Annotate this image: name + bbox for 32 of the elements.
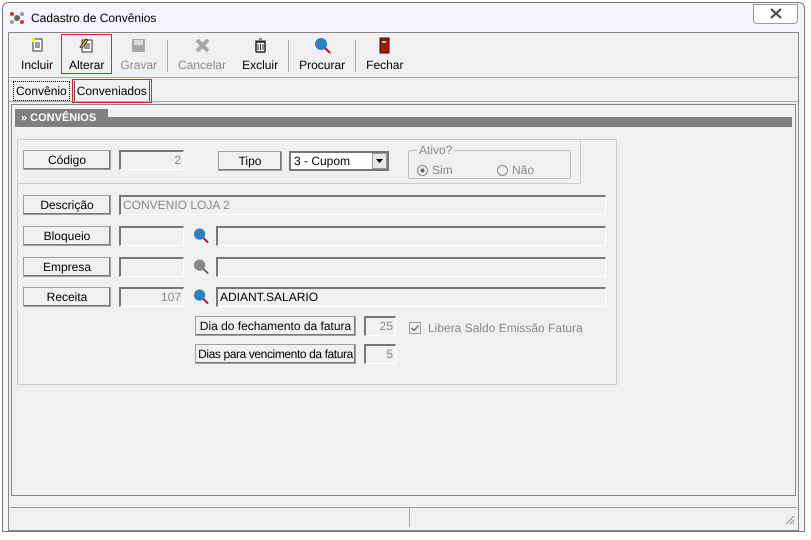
- label-button[interactable]: Dia do fechamento da fatura: [195, 316, 356, 336]
- x-mark-icon: [194, 37, 211, 54]
- app-icon: [9, 10, 25, 26]
- resize-grip-icon: [783, 513, 795, 525]
- tab[interactable]: Convênio: [13, 80, 70, 100]
- document-icon: [28, 37, 46, 54]
- group-legend: Ativo?: [417, 143, 454, 157]
- input-field[interactable]: [216, 256, 606, 276]
- toolbar-button[interactable]: Fechar: [358, 34, 412, 74]
- dropdown[interactable]: 3 - Cupom: [289, 151, 389, 171]
- input-field[interactable]: [216, 226, 606, 246]
- close-button[interactable]: [753, 4, 798, 24]
- toolbar-button[interactable]: Excluir: [234, 34, 286, 74]
- label-button[interactable]: Código: [23, 150, 111, 170]
- input-field[interactable]: [119, 256, 184, 276]
- globe-magnifier-icon[interactable]: [193, 227, 209, 244]
- label-button[interactable]: Descrição: [23, 195, 111, 215]
- globe-magnifier-icon: [314, 37, 331, 54]
- label-button[interactable]: Bloqueio: [23, 226, 111, 246]
- close-icon: [770, 8, 782, 19]
- label-button[interactable]: Tipo: [218, 151, 282, 171]
- input-field[interactable]: [119, 226, 184, 246]
- window-title: Cadastro de Convênios: [31, 10, 156, 26]
- label-button[interactable]: Receita: [23, 287, 111, 307]
- toolbar-button[interactable]: Procurar: [291, 34, 354, 74]
- pencil-document-icon: [78, 37, 96, 54]
- label-button[interactable]: Dias para vencimento da fatura: [195, 344, 356, 364]
- globe-magnifier-icon[interactable]: [193, 288, 209, 305]
- tab[interactable]: Conveniados: [74, 80, 150, 100]
- input-field[interactable]: ADIANT.SALARIO: [216, 287, 606, 307]
- toolbar-button[interactable]: Incluir: [13, 34, 62, 74]
- toolbar-button[interactable]: Alterar: [61, 34, 112, 74]
